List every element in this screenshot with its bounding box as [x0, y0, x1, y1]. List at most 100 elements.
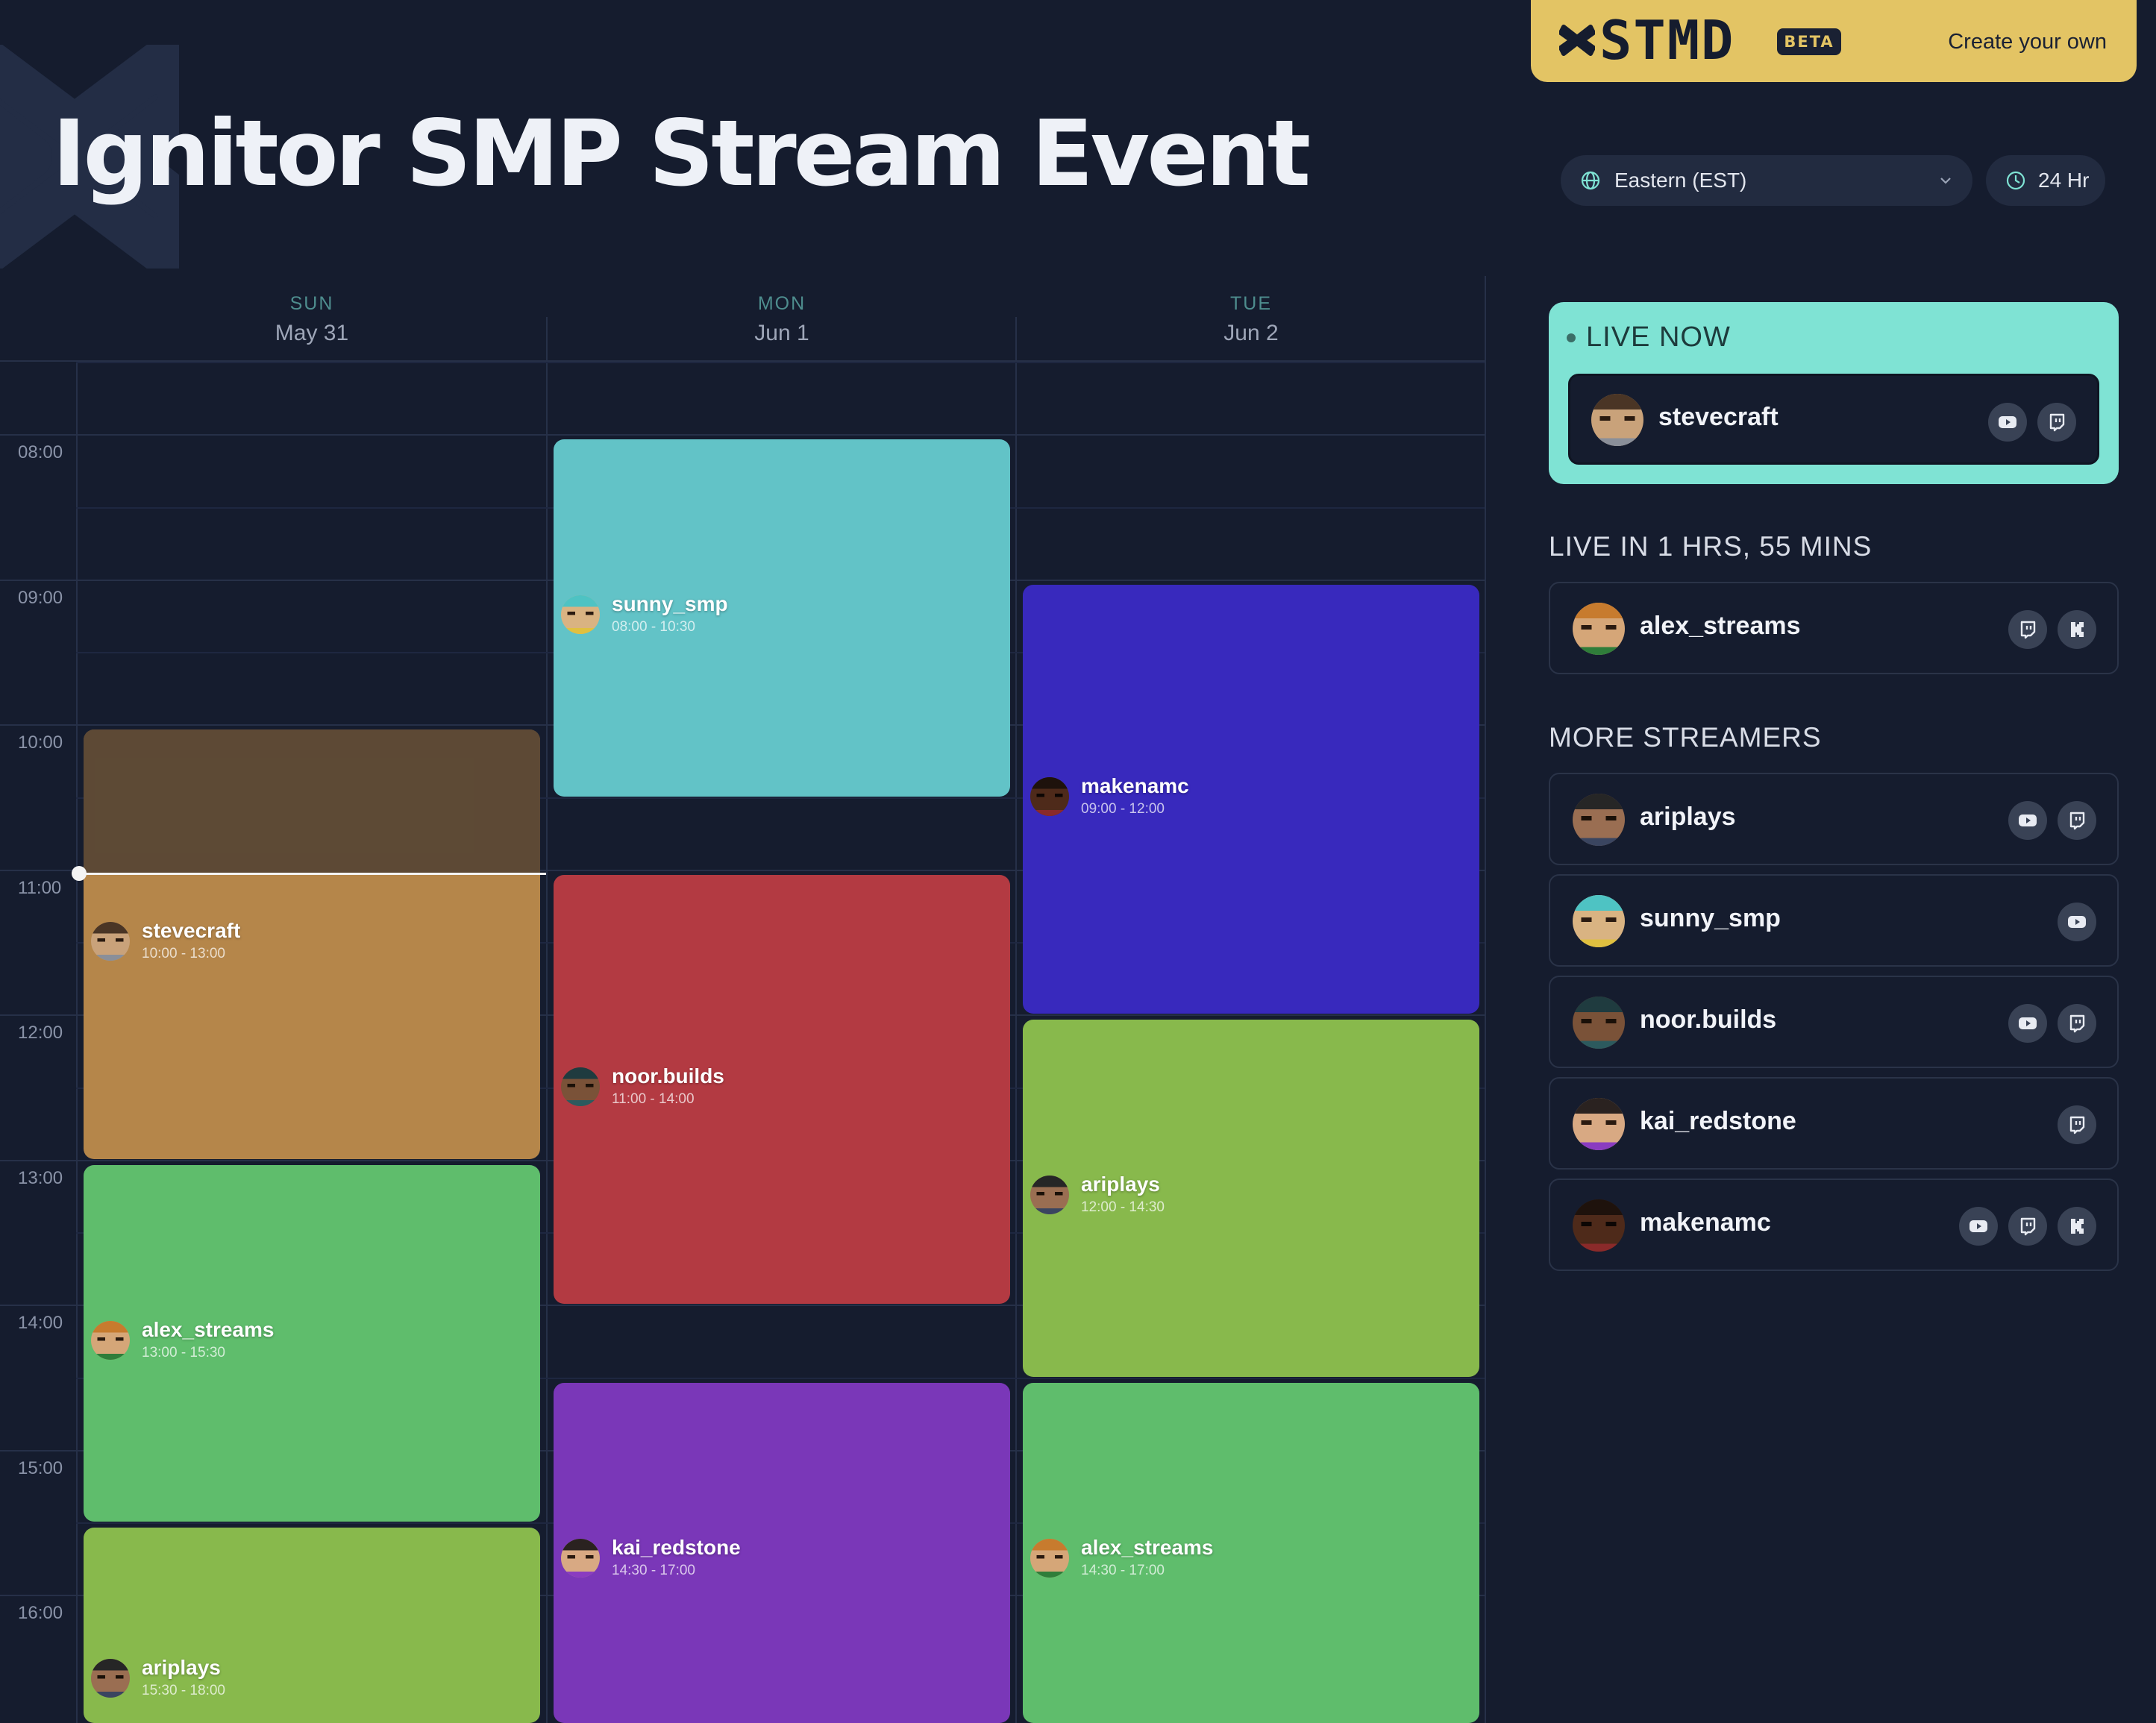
stream-event-block[interactable]: ariplays 12:00 - 14:30: [1023, 1020, 1479, 1377]
beta-badge: BETA: [1777, 28, 1841, 55]
twitch-icon[interactable]: [2008, 1207, 2047, 1246]
stream-event-block[interactable]: sunny_smp 08:00 - 10:30: [554, 439, 1010, 797]
event-streamer-name: stevecraft: [142, 919, 241, 942]
create-your-own-link[interactable]: Create your own: [1948, 28, 2107, 55]
next-streamer-row[interactable]: alex_streams: [1549, 582, 2119, 674]
brand-logo-icon: [1559, 25, 1595, 56]
time-label: 15:00: [18, 1457, 63, 1478]
stream-event-block[interactable]: kai_redstone 14:30 - 17:00: [554, 1382, 1010, 1723]
twitch-icon[interactable]: [2058, 801, 2096, 840]
current-time-line: [78, 873, 546, 875]
day-header-sun: SUN May 31: [77, 292, 547, 349]
live-now-card: LIVE NOW stevecraft: [1549, 302, 2119, 484]
day-header-tue: TUE Jun 2: [1016, 292, 1486, 349]
stream-event-block[interactable]: alex_streams 14:30 - 17:00: [1023, 1382, 1479, 1723]
time-label: 13:00: [18, 1167, 63, 1188]
twitch-icon[interactable]: [2058, 1105, 2096, 1144]
avatar: [1591, 394, 1643, 446]
time-label: 08:00: [18, 442, 63, 463]
twitch-icon[interactable]: [2058, 1004, 2096, 1043]
stream-event-block[interactable]: ariplays 15:30 - 18:00: [84, 1528, 540, 1723]
time-label: 11:00: [18, 877, 62, 898]
day-of-week: MON: [757, 293, 806, 314]
youtube-icon[interactable]: [2058, 903, 2096, 941]
next-live-title: LIVE IN 1 HRS, 55 MINS: [1549, 531, 1873, 562]
streamer-name: stevecraft: [1658, 403, 1779, 431]
avatar: [561, 1538, 600, 1578]
hour-gridline: [0, 434, 1485, 436]
event-time-range: 14:30 - 17:00: [612, 1562, 695, 1578]
avatar: [1573, 603, 1625, 655]
stream-event-block[interactable]: stevecraft 10:00 - 13:00: [84, 729, 540, 1159]
avatar: [1573, 997, 1625, 1049]
stream-event-block[interactable]: alex_streams 13:00 - 15:30: [84, 1164, 540, 1522]
current-time-dot: [72, 866, 87, 881]
event-streamer-name: noor.builds: [612, 1064, 724, 1088]
event-time-range: 09:00 - 12:00: [1081, 800, 1165, 817]
youtube-icon[interactable]: [2008, 1004, 2047, 1043]
streamer-row[interactable]: makenamc: [1549, 1179, 2119, 1271]
event-streamer-name: alex_streams: [1081, 1535, 1214, 1559]
time-label: 14:00: [18, 1313, 63, 1334]
kick-icon[interactable]: [2058, 1207, 2096, 1246]
elapsed-time-overlay: [84, 729, 540, 873]
avatar: [91, 1659, 130, 1698]
more-streamers-title: MORE STREAMERS: [1549, 722, 1822, 753]
twitch-icon[interactable]: [2037, 403, 2076, 442]
event-time-range: 11:00 - 14:00: [612, 1090, 695, 1107]
avatar: [91, 1320, 130, 1360]
time-label: 09:00: [18, 587, 63, 608]
streamer-row[interactable]: sunny_smp: [1549, 874, 2119, 967]
top-banner: STMD BETA Create your own: [1531, 0, 2137, 82]
avatar: [1573, 1199, 1625, 1252]
youtube-icon[interactable]: [1988, 403, 2027, 442]
day-of-week: SUN: [289, 293, 334, 314]
hour-format-toggle[interactable]: 24 Hr: [1986, 155, 2105, 206]
stream-event-block[interactable]: noor.builds 11:00 - 14:00: [554, 874, 1010, 1305]
event-streamer-name: alex_streams: [142, 1317, 275, 1341]
day-date: Jun 2: [1223, 321, 1279, 345]
avatar: [1030, 1538, 1069, 1578]
youtube-icon[interactable]: [1959, 1207, 1998, 1246]
streamer-name: kai_redstone: [1640, 1107, 1796, 1135]
youtube-icon[interactable]: [2008, 801, 2047, 840]
twitch-icon[interactable]: [2008, 610, 2047, 649]
streamer-row[interactable]: noor.builds: [1549, 976, 2119, 1068]
streamer-name: noor.builds: [1640, 1005, 1777, 1034]
half-hour-gridline: [76, 362, 1485, 363]
day-header-mon: MON Jun 1: [547, 292, 1017, 349]
grid-divider: [1485, 276, 1486, 1723]
event-time-range: 08:00 - 10:30: [612, 619, 695, 635]
event-streamer-name: ariplays: [1081, 1173, 1160, 1196]
streamer-row[interactable]: ariplays: [1549, 773, 2119, 865]
clock-icon: [2006, 171, 2025, 190]
stream-event-block[interactable]: makenamc 09:00 - 12:00: [1023, 584, 1479, 1014]
event-time-range: 10:00 - 13:00: [142, 946, 225, 961]
avatar: [1030, 776, 1069, 816]
day-date: May 31: [275, 321, 349, 345]
grid-divider: [546, 317, 548, 1723]
time-label: 16:00: [18, 1603, 63, 1624]
live-streamer-row[interactable]: stevecraft: [1568, 374, 2099, 465]
event-time-range: 15:30 - 18:00: [142, 1683, 225, 1698]
kick-icon[interactable]: [2058, 610, 2096, 649]
avatar: [1573, 794, 1625, 846]
hour-format-value: 24 Hr: [2038, 169, 2090, 192]
day-date: Jun 1: [754, 321, 809, 345]
avatar: [91, 922, 130, 961]
grid-divider: [1015, 317, 1017, 1723]
streamer-row[interactable]: kai_redstone: [1549, 1077, 2119, 1170]
timezone-select[interactable]: Eastern (EST): [1561, 155, 1972, 206]
streamer-name: ariplays: [1640, 803, 1736, 831]
brand-name: STMD: [1599, 9, 1735, 72]
globe-icon: [1581, 171, 1600, 190]
live-indicator-dot: [1567, 333, 1576, 342]
streamer-name: sunny_smp: [1640, 904, 1781, 932]
streamer-name: alex_streams: [1640, 612, 1801, 640]
time-label: 12:00: [18, 1023, 63, 1043]
avatar: [1573, 1098, 1625, 1150]
schedule-calendar: SUN May 31 MON Jun 1 TUE Jun 2 08:00 09:0…: [0, 276, 1486, 1723]
avatar: [1573, 895, 1625, 947]
event-time-range: 12:00 - 14:30: [1081, 1199, 1165, 1216]
event-time-range: 13:00 - 15:30: [142, 1344, 225, 1360]
